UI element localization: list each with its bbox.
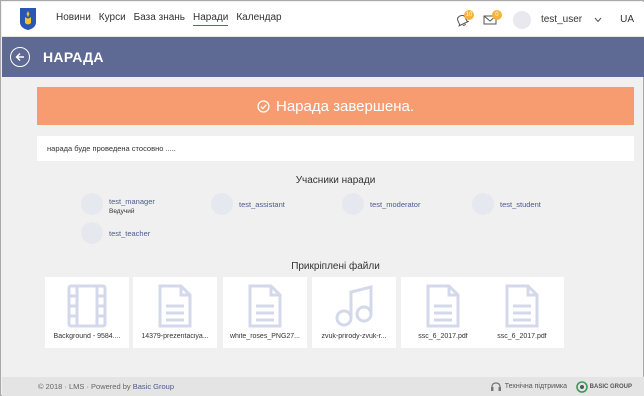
nav-news[interactable]: Новини	[56, 12, 91, 26]
copyright: © 2018 · LMS · Powered by Basic Group	[38, 382, 174, 391]
file-card[interactable]: white_roses_PNG27...	[223, 277, 307, 348]
file-name[interactable]: white_roses_PNG27...	[225, 333, 305, 340]
username[interactable]: test_user	[541, 14, 582, 25]
file-card[interactable]: ssc_6_2017.pdf	[480, 277, 564, 348]
avatar	[472, 193, 494, 215]
file-name[interactable]: ssc_6_2017.pdf	[482, 333, 562, 340]
messages-badge: 0	[491, 9, 502, 20]
participant-item[interactable]: test_assistant	[211, 193, 285, 215]
file-card[interactable]: Background - 9584....	[45, 277, 129, 348]
messages-button[interactable]: 0	[479, 9, 502, 31]
chevron-down-icon[interactable]	[594, 17, 602, 23]
language-selector[interactable]: UA	[620, 14, 634, 25]
nav-calendar[interactable]: Календар	[236, 12, 281, 26]
meeting-description: нарада буде проведена стосовно .....	[37, 136, 634, 161]
file-card[interactable]: 14379-prezentaciya...	[133, 277, 217, 348]
nav-courses[interactable]: Курси	[99, 12, 126, 26]
video-file-icon	[67, 284, 107, 328]
document-file-icon	[248, 284, 282, 328]
user-avatar[interactable]	[512, 10, 531, 29]
avatar	[211, 193, 233, 215]
basic-group-logo[interactable]: BASIC GROUP	[575, 380, 632, 393]
nav-meetings[interactable]: Наради	[193, 12, 229, 26]
check-circle-icon	[257, 99, 270, 113]
document-file-icon	[426, 284, 460, 328]
basic-group-logo-icon	[575, 380, 588, 393]
notifications-button[interactable]: 10	[451, 9, 474, 31]
participant-name[interactable]: test_student	[500, 200, 541, 209]
avatar	[81, 193, 103, 215]
attached-files-title: Прикріплені файли	[291, 261, 380, 272]
participant-item[interactable]: test_moderator	[342, 193, 420, 215]
file-name[interactable]: ssc_6_2017.pdf	[403, 333, 483, 340]
document-file-icon	[505, 284, 539, 328]
footer: © 2018 · LMS · Powered by Basic Group Те…	[2, 377, 644, 396]
participant-role: Ведучий	[109, 208, 135, 215]
status-text: Нарада завершена.	[276, 97, 414, 115]
support-text[interactable]: Технічна підтримка	[505, 383, 567, 390]
participant-name[interactable]: test_manager	[109, 197, 155, 206]
document-file-icon	[158, 284, 192, 328]
attached-files-list: Background - 9584.... 14379-prezentaciya…	[37, 274, 634, 349]
back-button[interactable]	[10, 47, 30, 67]
avatar	[342, 193, 364, 215]
copyright-text: © 2018 · LMS · Powered by	[38, 382, 131, 391]
basic-group-logo-text: BASIC GROUP	[589, 383, 632, 390]
arrow-left-icon	[15, 53, 24, 61]
file-name[interactable]: 14379-prezentaciya...	[135, 333, 215, 340]
kyiv-coat-of-arms-logo[interactable]	[18, 6, 38, 32]
participant-item[interactable]: test_teacher	[81, 222, 150, 244]
participant-name[interactable]: test_teacher	[109, 229, 150, 238]
audio-file-icon	[335, 285, 373, 327]
user-area: 10 0 test_user UA	[451, 2, 634, 37]
file-name[interactable]: zvuk-prirody-zvuk-r...	[314, 333, 394, 340]
support-link[interactable]: Технічна підтримка	[490, 381, 567, 392]
brand-link[interactable]: Basic Group	[133, 382, 174, 391]
participant-item[interactable]: test_manager Ведучий	[81, 193, 155, 215]
nav-knowledge-base[interactable]: База знань	[134, 12, 185, 26]
notifications-badge: 10	[463, 9, 474, 20]
participant-item[interactable]: test_student	[472, 193, 541, 215]
file-card[interactable]: ssc_6_2017.pdf	[401, 277, 485, 348]
avatar	[81, 222, 103, 244]
participant-name[interactable]: test_assistant	[239, 200, 285, 209]
file-name[interactable]: Background - 9584....	[47, 333, 127, 340]
page-title: НАРАДА	[43, 49, 104, 65]
participants-title: Учасники наради	[295, 175, 376, 186]
file-card[interactable]: zvuk-prirody-zvuk-r...	[312, 277, 396, 348]
headset-icon	[490, 381, 501, 391]
app-window: Новини Курси База знань Наради Календар …	[0, 0, 644, 396]
main-nav: Новини Курси База знань Наради Календар	[56, 12, 282, 26]
page-header: НАРАДА	[2, 37, 644, 77]
status-banner: Нарада завершена.	[37, 87, 634, 125]
participant-name[interactable]: test_moderator	[370, 200, 420, 209]
top-navbar: Новини Курси База знань Наради Календар …	[2, 2, 644, 37]
